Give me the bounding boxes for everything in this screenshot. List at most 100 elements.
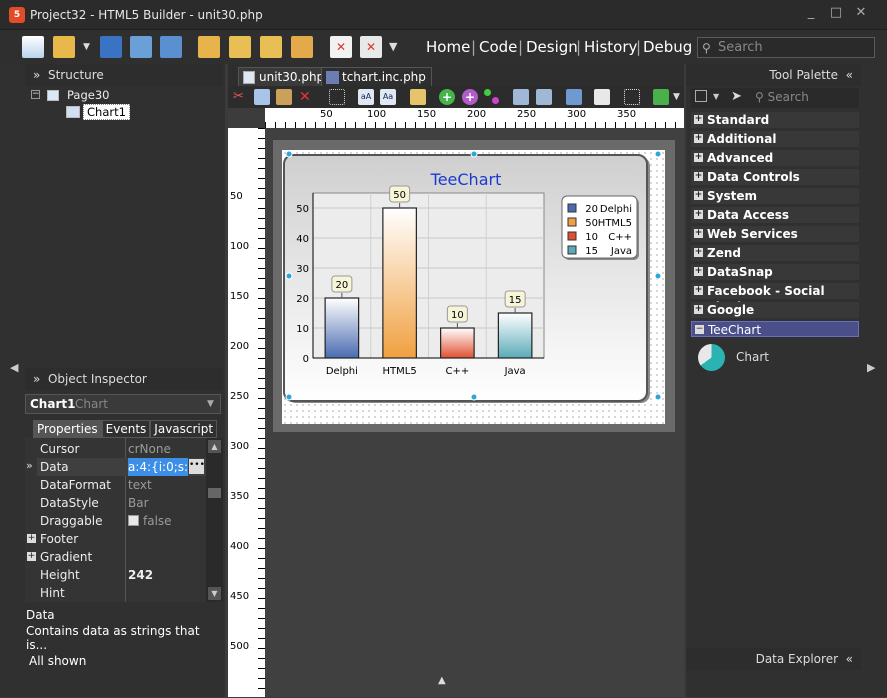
font-b-icon[interactable]: Aa	[380, 89, 396, 105]
resize-handle[interactable]	[654, 272, 662, 280]
new-file-icon[interactable]	[22, 36, 44, 58]
collapse-icon[interactable]: «	[846, 68, 853, 82]
category-data-access[interactable]: + Data Access	[691, 207, 859, 223]
component-selector[interactable]: Chart1 Chart ▼	[25, 394, 221, 414]
filter-status[interactable]: All shown	[29, 654, 86, 668]
tab-tchart[interactable]: tchart.inc.php	[321, 67, 432, 86]
prop-value[interactable]: text	[128, 476, 152, 494]
save-as-icon[interactable]	[130, 36, 152, 58]
close-all-icon[interactable]: ✕	[360, 36, 382, 58]
category-google[interactable]: + Google	[691, 302, 859, 318]
grid-icon[interactable]	[624, 89, 640, 105]
align-icon[interactable]	[513, 89, 529, 105]
tree-item-page[interactable]: Page30	[67, 88, 109, 102]
collapse-icon[interactable]: «	[846, 652, 853, 666]
expand-icon[interactable]: +	[27, 552, 36, 561]
copy-icon[interactable]	[254, 89, 270, 105]
category-additional[interactable]: + Additional	[691, 131, 859, 147]
category-zend[interactable]: + Zend	[691, 245, 859, 261]
category-facebook[interactable]: +Facebook - Social Plugins	[691, 283, 859, 314]
category-system[interactable]: + System	[691, 188, 859, 204]
find-icon[interactable]	[410, 89, 426, 105]
resize-handle[interactable]	[654, 393, 662, 401]
tree-expander-icon[interactable]: −	[31, 90, 40, 99]
property-row[interactable]: DataStyle Bar	[37, 494, 207, 512]
category-datasnap[interactable]: + DataSnap	[691, 264, 859, 280]
cut-icon[interactable]: ✂	[233, 89, 249, 105]
property-row[interactable]: Draggable false	[37, 512, 207, 530]
pointer-icon[interactable]: ➤	[731, 89, 742, 104]
save-all-icon[interactable]	[160, 36, 182, 58]
property-row[interactable]: DataFormat text	[37, 476, 207, 494]
palette-search-input[interactable]: ⚲ Search	[755, 90, 809, 104]
components-icon[interactable]	[484, 89, 500, 105]
menu-history[interactable]: History	[584, 38, 637, 56]
expand-bottom-arrow-icon[interactable]: ▲	[438, 675, 446, 686]
menu-code[interactable]: Code	[479, 38, 517, 56]
data-explorer-header[interactable]: Data Explorer «	[686, 648, 861, 670]
tree-item-chart1[interactable]: Chart1	[83, 104, 130, 120]
property-row[interactable]: Hint	[37, 584, 207, 602]
search-input[interactable]: ⚲ Search	[697, 37, 875, 58]
resize-handle[interactable]	[654, 150, 662, 158]
close-button[interactable]: ✕	[850, 4, 872, 22]
select-all-icon[interactable]	[329, 89, 345, 105]
size-icon[interactable]	[566, 89, 582, 105]
chevron-down-icon[interactable]: ▼	[673, 92, 680, 102]
draggable-checkbox[interactable]	[128, 515, 139, 526]
add-icon[interactable]: +	[439, 89, 455, 105]
category-web-services[interactable]: + Web Services	[691, 226, 859, 242]
page-design-surface[interactable]: TeeChart 0 10 20 30 40 50 20 Delphi 50 HTML5 10 C++ 1…	[282, 150, 665, 424]
chevron-down-icon[interactable]: ▼	[713, 92, 719, 101]
collapse-icon[interactable]: »	[33, 372, 40, 386]
palette-view-icon[interactable]	[695, 90, 707, 102]
category-teechart[interactable]: − TeeChart	[691, 321, 859, 337]
resize-handle[interactable]	[285, 150, 293, 158]
close-file-icon[interactable]: ✕	[330, 36, 352, 58]
paste-icon[interactable]	[276, 89, 292, 105]
form-icon[interactable]	[594, 89, 610, 105]
inspector-scrollbar[interactable]: ▲ ▼	[206, 438, 223, 602]
align-two-icon[interactable]	[536, 89, 552, 105]
scroll-up-icon[interactable]: ▲	[208, 440, 221, 453]
scroll-thumb[interactable]	[208, 488, 221, 498]
remove-from-project-icon[interactable]	[291, 36, 313, 58]
expand-icon[interactable]: +	[27, 534, 36, 543]
chevron-down-icon[interactable]: ▼	[207, 399, 214, 409]
prop-value[interactable]: crNone	[128, 440, 171, 458]
menu-home[interactable]: Home	[426, 38, 470, 56]
pie-chart-icon[interactable]	[698, 344, 725, 371]
delete-icon[interactable]: ✕	[299, 89, 315, 105]
resize-handle[interactable]	[470, 150, 478, 158]
tab-unit30[interactable]: unit30.php	[238, 67, 331, 86]
prop-value[interactable]: Bar	[128, 494, 149, 512]
ellipsis-button[interactable]: •••	[189, 459, 205, 474]
menu-design[interactable]: Design	[526, 38, 578, 56]
open-project-icon[interactable]	[198, 36, 220, 58]
resize-handle[interactable]	[285, 393, 293, 401]
add-to-project-icon[interactable]	[260, 36, 282, 58]
scroll-down-icon[interactable]: ▼	[208, 587, 221, 600]
collapse-left-arrow-icon[interactable]: ◀	[10, 361, 18, 374]
chevron-down-icon[interactable]: ▼	[83, 42, 90, 52]
resize-handle[interactable]	[470, 393, 478, 401]
save-icon[interactable]	[100, 36, 122, 58]
property-row[interactable]: Footer	[37, 530, 207, 548]
category-data-controls[interactable]: + Data Controls	[691, 169, 859, 185]
menu-debug[interactable]: Debug	[643, 38, 692, 56]
property-row[interactable]: Cursor crNone	[37, 440, 207, 458]
property-row-selected[interactable]: Data a:4:{i:0;s:10:•••	[37, 458, 207, 476]
collapse-right-arrow-icon[interactable]: ▶	[867, 361, 875, 374]
tab-properties[interactable]: Properties	[33, 420, 102, 438]
font-a-icon[interactable]: aA	[358, 89, 374, 105]
property-row[interactable]: Gradient	[37, 548, 207, 566]
minimize-button[interactable]: _	[800, 4, 822, 22]
resize-handle[interactable]	[285, 272, 293, 280]
project-folder-icon[interactable]	[229, 36, 251, 58]
prop-value-editor[interactable]: a:4:{i:0;s:10:	[128, 458, 188, 476]
chevron-down-icon[interactable]: ▼	[389, 40, 397, 53]
teechart-component[interactable]: TeeChart0102030405020Delphi50HTML510C++1…	[282, 150, 665, 424]
add-purple-icon[interactable]: +	[462, 89, 478, 105]
refresh-icon[interactable]	[653, 89, 669, 105]
prop-value[interactable]: 242	[128, 566, 153, 584]
